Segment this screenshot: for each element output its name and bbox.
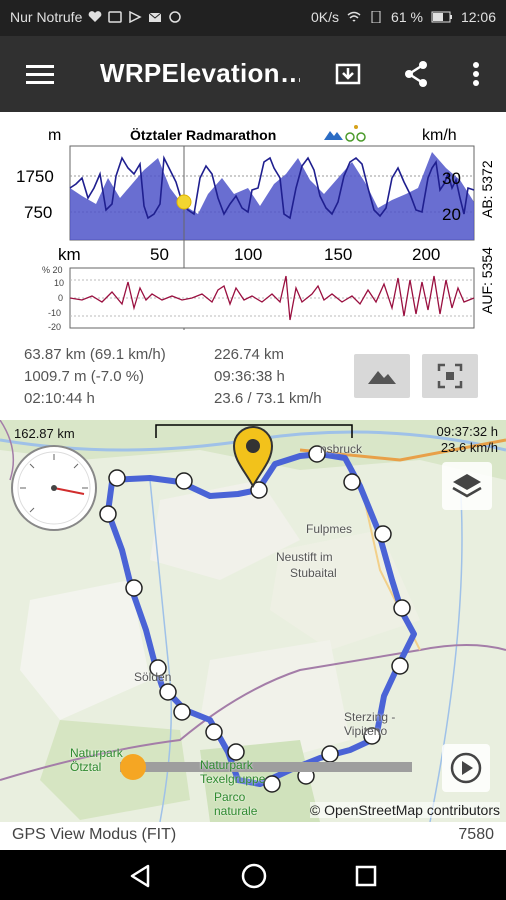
place-label: Fulpmes xyxy=(306,522,353,536)
status-bar: Nur Notrufe 0K/s 61 % 12:06 xyxy=(0,0,506,36)
layers-button[interactable] xyxy=(442,462,492,510)
play-button[interactable] xyxy=(442,744,490,792)
grade-tick: 0 xyxy=(58,293,63,303)
mountain-icon xyxy=(368,371,396,384)
bicycle-icon xyxy=(345,125,366,142)
place-label: nsbruck xyxy=(320,442,363,456)
home-button[interactable] xyxy=(240,862,268,890)
page-title: WRPElevation… xyxy=(100,58,300,88)
grade-tick: -20 xyxy=(48,322,61,332)
auf-label: AUF: 5354 xyxy=(479,247,494,314)
clock: 12:06 xyxy=(460,9,496,25)
place-label: Sterzing - Vipiteno xyxy=(344,710,396,738)
current-time: 02:10:44 h xyxy=(24,390,95,407)
map-distance: 162.87 km xyxy=(14,426,75,441)
share-icon xyxy=(405,61,427,87)
back-triangle-icon xyxy=(130,864,150,888)
elevation-view-button[interactable] xyxy=(354,354,410,398)
battery-percent: 61 % xyxy=(391,9,423,25)
grade-tick: -10 xyxy=(48,308,61,318)
carrier-text: Nur Notrufe xyxy=(10,9,83,25)
menu-button[interactable] xyxy=(20,54,60,94)
position-marker xyxy=(176,194,192,210)
elevation-chart-svg: m Ötztaler Radmarathon km/h 1750 750 30 … xyxy=(16,125,495,332)
speed-tick: 20 xyxy=(442,205,461,224)
x-tick: 100 xyxy=(234,245,262,264)
grade-tick: % 20 xyxy=(42,265,63,275)
download-icon xyxy=(335,63,361,85)
place-label: Sölden xyxy=(134,670,172,684)
place-label: Naturpark Texelgruppe xyxy=(200,758,266,786)
fit-screen-button[interactable] xyxy=(422,354,478,398)
place-label: Parco naturale xyxy=(214,790,258,818)
mountain-icon xyxy=(324,131,343,140)
play-icon xyxy=(450,752,482,784)
map-speed: 23.6 km/h xyxy=(440,440,498,455)
route-map[interactable]: nsbruck Fulpmes Neustift im Stubaital Sö… xyxy=(0,420,506,822)
place-label: Neustift im xyxy=(276,550,333,564)
map-time: 09:37:32 h xyxy=(436,424,498,439)
x-tick: 200 xyxy=(412,245,440,264)
chart-title: Ötztaler Radmarathon xyxy=(130,127,276,143)
ab-label: AB: 5372 xyxy=(479,160,494,218)
home-circle-icon xyxy=(241,863,267,889)
elev-tick: 750 xyxy=(24,203,52,222)
sim-icon xyxy=(371,11,381,23)
fit-screen-icon xyxy=(437,363,463,389)
hamburger-menu-icon xyxy=(26,65,54,84)
fan-icon xyxy=(169,11,182,23)
mode-bar: GPS View Modus (FIT) 7580 xyxy=(0,822,506,850)
heart-icon xyxy=(89,11,102,22)
recents-square-icon xyxy=(355,865,377,887)
elev-tick: 1750 xyxy=(16,167,54,186)
x-tick: 50 xyxy=(150,245,169,264)
play-store-icon xyxy=(129,11,143,23)
total-distance: 226.74 km xyxy=(214,346,285,363)
navigation-bar xyxy=(0,850,506,900)
more-vert-icon xyxy=(473,62,479,86)
download-button[interactable] xyxy=(328,54,368,94)
more-options-button[interactable] xyxy=(456,54,496,94)
grade-tick: 10 xyxy=(54,278,64,288)
time-slider-track[interactable] xyxy=(120,762,412,772)
mode-text: GPS View Modus (FIT) xyxy=(12,826,177,843)
layers-icon xyxy=(452,474,482,498)
speed-tick: 30 xyxy=(442,169,461,188)
battery-icon xyxy=(431,11,452,23)
app-toolbar: WRPElevation… xyxy=(0,36,506,112)
notification-icon xyxy=(108,11,123,23)
total-time: 09:36:38 h xyxy=(214,368,285,385)
x-unit-label: km xyxy=(58,245,81,264)
network-speed: 0K/s xyxy=(311,9,340,25)
current-elevation-grade: 1009.7 m (-7.0 %) xyxy=(24,368,145,385)
left-unit-label: m xyxy=(48,127,61,144)
x-tick: 150 xyxy=(324,245,352,264)
speedometer-icon xyxy=(11,445,97,531)
wifi-icon xyxy=(347,11,361,22)
map-attribution[interactable]: © OpenStreetMap contributors xyxy=(309,802,500,818)
elevation-chart[interactable]: m Ötztaler Radmarathon km/h 1750 750 30 … xyxy=(12,118,495,332)
avg-max-speed: 23.6 / 73.1 km/h xyxy=(214,390,322,407)
share-button[interactable] xyxy=(396,54,436,94)
recents-button[interactable] xyxy=(352,862,380,890)
point-count: 7580 xyxy=(458,826,494,843)
mail-icon xyxy=(149,12,162,22)
location-pin-icon xyxy=(232,426,274,488)
current-distance-speed: 63.87 km (69.1 km/h) xyxy=(24,346,166,363)
place-label: Stubaital xyxy=(290,566,337,580)
place-label: Naturpark Ötztal xyxy=(70,746,123,774)
back-button[interactable] xyxy=(126,862,154,890)
right-unit-label: km/h xyxy=(422,127,457,144)
